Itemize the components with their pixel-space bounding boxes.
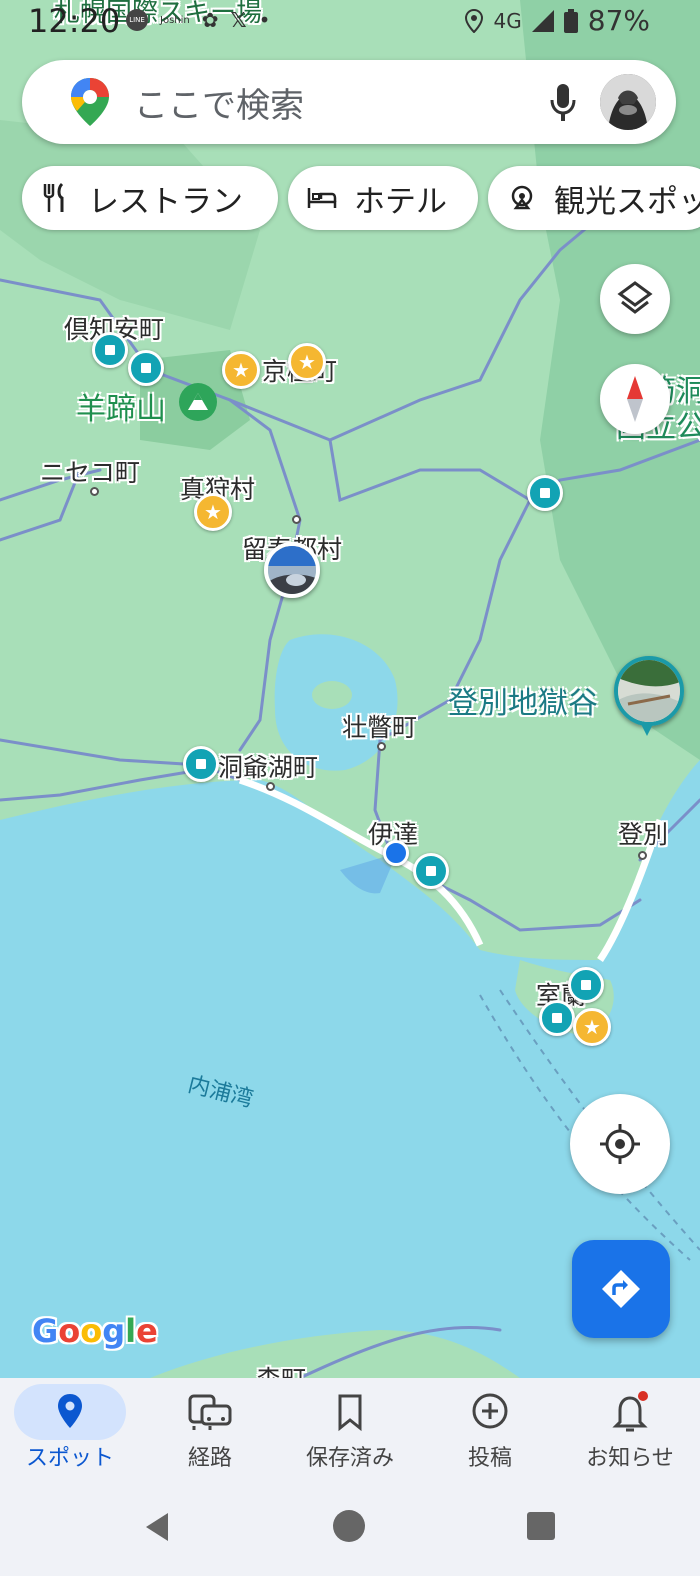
- attraction-icon: [511, 185, 533, 210]
- google-logo: Google: [32, 1312, 158, 1350]
- transit-station-pin[interactable]: [527, 475, 563, 511]
- crosshair-icon: [600, 1124, 640, 1164]
- chip-hotel[interactable]: ホテル: [288, 166, 478, 230]
- nav-updates-label: お知らせ: [586, 1446, 674, 1471]
- layers-icon: [617, 281, 653, 314]
- poi-noboribetsu-jigokudani[interactable]: 登別地獄谷: [448, 678, 598, 722]
- chip-restaurant-label: レストラン: [88, 183, 243, 220]
- x-icon: 𝕏: [230, 8, 247, 32]
- nav-saved[interactable]: 保存済み: [280, 1378, 420, 1490]
- chip-restaurant[interactable]: レストラン: [22, 166, 278, 230]
- network-type: 4G: [493, 8, 522, 33]
- line-icon: LINE: [126, 9, 148, 31]
- transit-station-pin[interactable]: [128, 350, 164, 386]
- nav-explore[interactable]: スポット: [0, 1378, 140, 1490]
- photo-pin-jigokudani[interactable]: [614, 656, 684, 726]
- directions-icon: [602, 1270, 640, 1308]
- dot-icon: •: [258, 8, 271, 32]
- profile-avatar[interactable]: [600, 74, 656, 130]
- signal-icon: [531, 9, 554, 32]
- place-mori-partial: 森町: [256, 1360, 306, 1378]
- transit-station-pin[interactable]: [568, 967, 604, 1003]
- bottom-navigation: スポット 経路 保存済み 投稿 お知らせ: [0, 1378, 700, 1490]
- saved-star-pin[interactable]: ★: [222, 351, 260, 389]
- nav-go[interactable]: 経路: [140, 1378, 280, 1490]
- chip-attraction-label: 観光スポッ: [554, 183, 700, 220]
- battery-icon: [563, 8, 578, 33]
- microphone-icon[interactable]: [547, 82, 579, 124]
- status-time: 12:20: [28, 2, 121, 40]
- place-niseko[interactable]: ニセコ町: [40, 453, 140, 489]
- nav-contribute-label: 投稿: [467, 1446, 512, 1471]
- town-dot: [377, 742, 386, 751]
- town-dot: [266, 782, 275, 791]
- google-maps-icon: [71, 78, 109, 126]
- nav-explore-label: スポット: [25, 1446, 114, 1471]
- search-input[interactable]: ここで検索: [134, 78, 304, 127]
- transit-station-pin[interactable]: [92, 332, 128, 368]
- photo-thumbnail: [618, 660, 680, 722]
- nav-updates[interactable]: お知らせ: [560, 1378, 700, 1490]
- apps-icon: ✿: [201, 8, 219, 32]
- bookmark-icon: [338, 1394, 362, 1432]
- chip-hotel-label: ホテル: [354, 183, 447, 220]
- nav-go-label: 経路: [187, 1446, 232, 1471]
- saved-star-pin[interactable]: ★: [288, 343, 326, 381]
- system-navigation-bar: [0, 1490, 700, 1576]
- system-status-icons: 4G 87%: [464, 4, 650, 37]
- saved-star-pin[interactable]: ★: [573, 1008, 611, 1046]
- photo-pin-rusutsu[interactable]: [264, 542, 320, 598]
- place-toyako[interactable]: 洞爺湖町: [218, 748, 318, 784]
- layers-button[interactable]: [600, 264, 670, 334]
- photo-pin-pointer: [640, 722, 654, 736]
- nav-contribute[interactable]: 投稿: [420, 1378, 560, 1490]
- restaurant-icon: [43, 182, 64, 212]
- transit-station-pin[interactable]: [539, 1000, 575, 1036]
- commute-icon: [188, 1394, 232, 1430]
- saved-star-pin[interactable]: ★: [194, 493, 232, 531]
- mountain-yotei[interactable]: 羊蹄山: [76, 384, 166, 428]
- place-noboribetsu[interactable]: 登別: [618, 815, 668, 851]
- chip-attraction[interactable]: 観光スポッ: [488, 166, 700, 230]
- town-dot: [90, 487, 99, 496]
- location-status-icon: [464, 8, 483, 33]
- home-icon[interactable]: [333, 1510, 365, 1542]
- back-icon[interactable]: [142, 1510, 172, 1544]
- compass-button[interactable]: [600, 364, 670, 434]
- nav-saved-label: 保存済み: [305, 1446, 394, 1471]
- hotel-icon: [307, 188, 337, 208]
- recents-icon[interactable]: [527, 1512, 555, 1540]
- add-circle-icon: [472, 1393, 508, 1429]
- battery-level: 87%: [587, 4, 650, 37]
- transit-station-pin[interactable]: [183, 746, 219, 782]
- directions-button[interactable]: [572, 1240, 670, 1338]
- search-bar[interactable]: ここで検索: [22, 60, 676, 144]
- my-location-dot: [383, 840, 409, 866]
- town-dot: [292, 515, 301, 524]
- place-sobetsu[interactable]: 壮瞥町: [342, 708, 417, 744]
- my-location-button[interactable]: [570, 1094, 670, 1194]
- transit-station-pin[interactable]: [413, 853, 449, 889]
- joshin-icon: Joshin: [160, 14, 190, 26]
- avatar-image: [600, 74, 656, 130]
- bell-icon: [612, 1391, 648, 1432]
- place-icon: [58, 1394, 82, 1428]
- compass-icon: [627, 376, 643, 422]
- status-bar: 12:20 LINE Joshin ✿ 𝕏 • 4G 87%: [0, 0, 700, 46]
- notification-icons: LINE Joshin ✿ 𝕏 •: [126, 8, 270, 32]
- town-dot: [638, 851, 647, 860]
